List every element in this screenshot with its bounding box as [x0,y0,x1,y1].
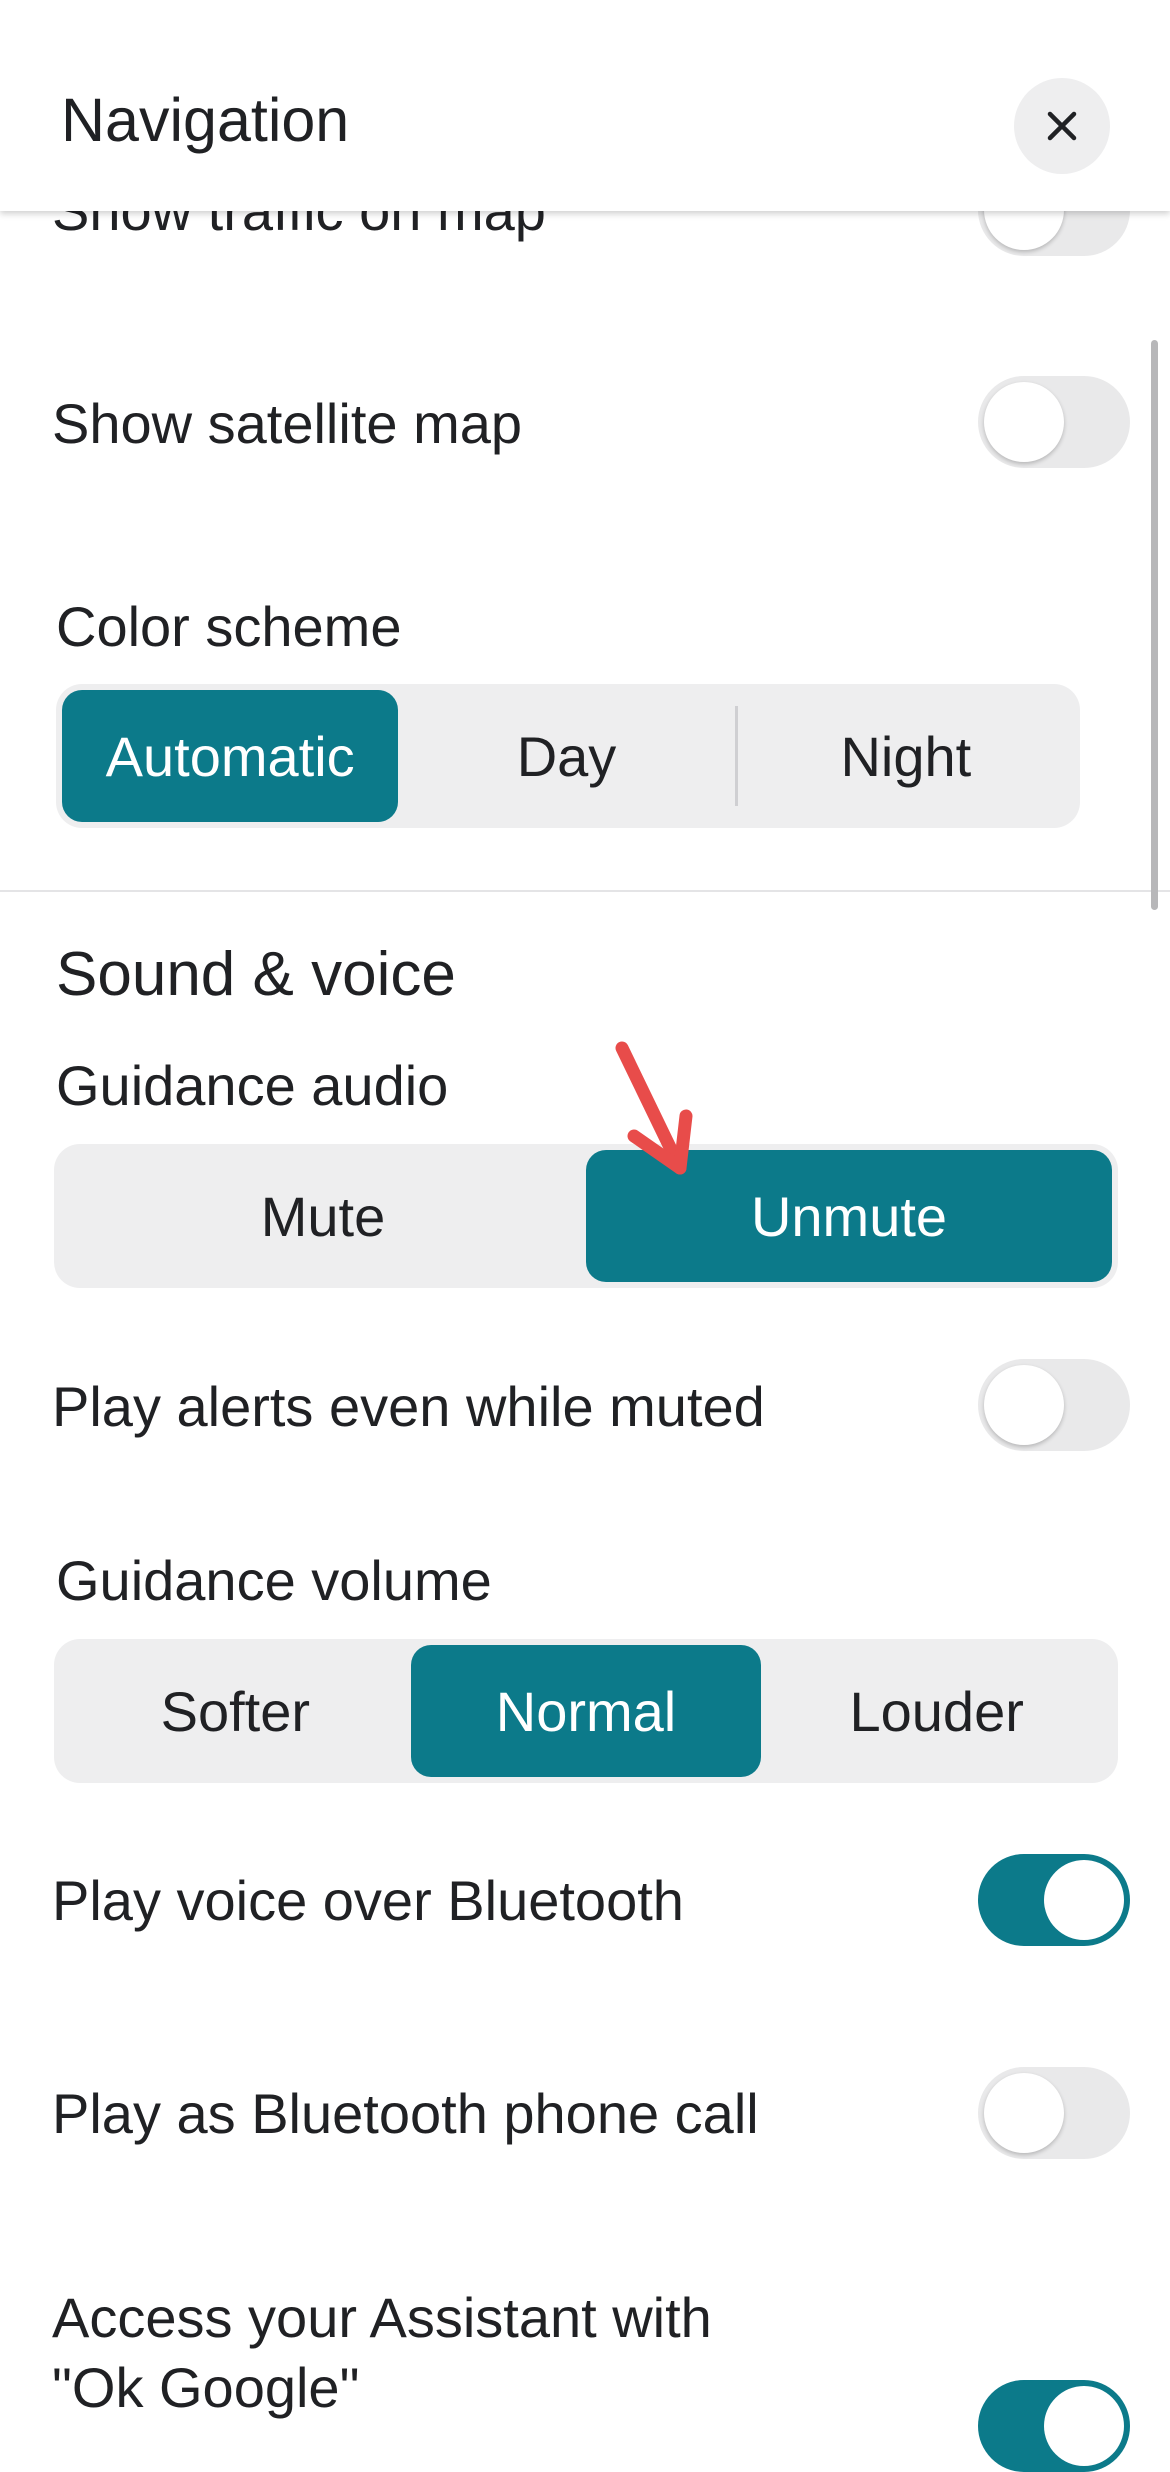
toggle-knob [1044,2386,1124,2466]
color-scheme-night[interactable]: Night [738,690,1074,822]
play-alerts-toggle[interactable] [978,1359,1130,1451]
guidance-audio-label: Guidance audio [56,1054,449,1117]
color-scheme-selector[interactable]: Automatic Day Night [56,684,1080,828]
play-alerts-label: Play alerts even while muted [52,1375,765,1438]
section-divider [0,890,1170,892]
guidance-audio-selector[interactable]: Mute Unmute [54,1144,1118,1288]
guidance-volume-softer[interactable]: Softer [60,1645,411,1777]
color-scheme-label: Color scheme [56,595,402,658]
assistant-label-line1: Access your Assistant with [52,2286,712,2349]
bluetooth-call-toggle[interactable] [978,2067,1130,2159]
voice-bluetooth-label: Play voice over Bluetooth [52,1869,684,1932]
assistant-toggle[interactable] [978,2380,1130,2472]
close-button[interactable] [1014,78,1110,174]
guidance-volume-normal[interactable]: Normal [410,1645,762,1777]
guidance-audio-mute[interactable]: Mute [60,1150,586,1282]
scrollbar[interactable] [1151,340,1158,910]
annotation-arrow-icon [615,1041,693,1175]
satellite-label: Show satellite map [52,392,523,455]
guidance-volume-selector[interactable]: Softer Normal Louder [54,1639,1118,1783]
settings-scroll-content[interactable]: Show traffic on map Show satellite map C… [0,0,1170,2472]
assistant-label-line2: "Ok Google" [52,2356,360,2419]
sound-voice-title: Sound & voice [56,940,456,1009]
bluetooth-call-label: Play as Bluetooth phone call [52,2082,759,2145]
close-icon [1047,111,1077,141]
voice-bluetooth-toggle[interactable] [978,1854,1130,1946]
guidance-volume-label: Guidance volume [56,1549,492,1612]
toggle-knob [984,1365,1064,1445]
color-scheme-automatic[interactable]: Automatic [62,690,399,822]
header-bar: Navigation [0,0,1170,211]
color-scheme-day[interactable]: Day [398,690,734,822]
guidance-volume-louder[interactable]: Louder [761,1645,1112,1777]
satellite-toggle[interactable] [978,376,1130,468]
toggle-knob [984,2073,1064,2153]
toggle-knob [1044,1860,1124,1940]
page-title: Navigation [61,86,350,154]
toggle-knob [984,382,1064,462]
